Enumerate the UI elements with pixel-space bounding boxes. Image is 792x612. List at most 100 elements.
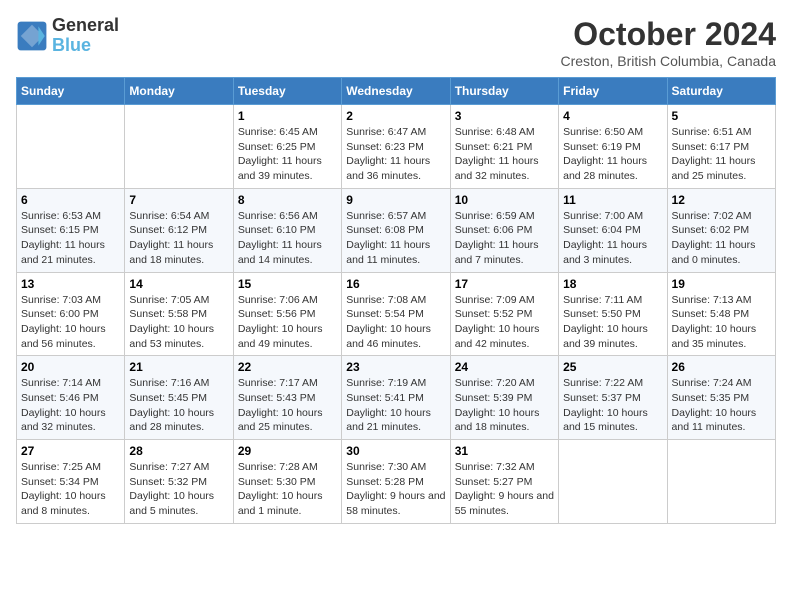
day-info: Sunrise: 7:08 AM Sunset: 5:54 PM Dayligh… [346, 293, 445, 352]
day-number: 11 [563, 193, 662, 207]
day-number: 10 [455, 193, 554, 207]
calendar-cell: 22 Sunrise: 7:17 AM Sunset: 5:43 PM Dayli… [233, 356, 341, 440]
day-number: 20 [21, 360, 120, 374]
weekday-header: Monday [125, 78, 233, 105]
day-info: Sunrise: 6:45 AM Sunset: 6:25 PM Dayligh… [238, 125, 337, 184]
logo-icon [16, 20, 48, 52]
calendar: SundayMondayTuesdayWednesdayThursdayFrid… [16, 77, 776, 524]
day-number: 26 [672, 360, 771, 374]
day-info: Sunrise: 7:20 AM Sunset: 5:39 PM Dayligh… [455, 376, 554, 435]
day-info: Sunrise: 6:48 AM Sunset: 6:21 PM Dayligh… [455, 125, 554, 184]
day-info: Sunrise: 7:02 AM Sunset: 6:02 PM Dayligh… [672, 209, 771, 268]
day-number: 24 [455, 360, 554, 374]
day-info: Sunrise: 6:50 AM Sunset: 6:19 PM Dayligh… [563, 125, 662, 184]
day-number: 30 [346, 444, 445, 458]
day-info: Sunrise: 6:59 AM Sunset: 6:06 PM Dayligh… [455, 209, 554, 268]
calendar-cell: 4 Sunrise: 6:50 AM Sunset: 6:19 PM Daylig… [559, 105, 667, 189]
day-info: Sunrise: 7:05 AM Sunset: 5:58 PM Dayligh… [129, 293, 228, 352]
day-number: 8 [238, 193, 337, 207]
day-info: Sunrise: 7:30 AM Sunset: 5:28 PM Dayligh… [346, 460, 445, 519]
calendar-cell: 28Sunrise: 7:27 AM Sunset: 5:32 PM Dayli… [125, 440, 233, 524]
day-number: 7 [129, 193, 228, 207]
day-info: Sunrise: 7:06 AM Sunset: 5:56 PM Dayligh… [238, 293, 337, 352]
calendar-cell: 29 Sunrise: 7:28 AM Sunset: 5:30 PM Dayli… [233, 440, 341, 524]
day-info: Sunrise: 6:53 AM Sunset: 6:15 PM Dayligh… [21, 209, 120, 268]
day-info: Sunrise: 6:57 AM Sunset: 6:08 PM Dayligh… [346, 209, 445, 268]
calendar-week-row: 6 Sunrise: 6:53 AM Sunset: 6:15 PM Daylig… [17, 188, 776, 272]
calendar-cell [559, 440, 667, 524]
day-number: 4 [563, 109, 662, 123]
day-info: Sunrise: 7:32 AM Sunset: 5:27 PM Dayligh… [455, 460, 554, 519]
calendar-cell: 23 Sunrise: 7:19 AM Sunset: 5:41 PM Dayli… [342, 356, 450, 440]
calendar-cell [667, 440, 775, 524]
calendar-cell: 14Sunrise: 7:05 AM Sunset: 5:58 PM Dayli… [125, 272, 233, 356]
day-number: 16 [346, 277, 445, 291]
day-number: 18 [563, 277, 662, 291]
weekday-header: Thursday [450, 78, 558, 105]
calendar-cell: 13 Sunrise: 7:03 AM Sunset: 6:00 PM Dayli… [17, 272, 125, 356]
calendar-week-row: 20Sunrise: 7:14 AM Sunset: 5:46 PM Dayli… [17, 356, 776, 440]
day-number: 23 [346, 360, 445, 374]
calendar-cell: 18 Sunrise: 7:11 AM Sunset: 5:50 PM Dayli… [559, 272, 667, 356]
calendar-week-row: 1 Sunrise: 6:45 AM Sunset: 6:25 PM Daylig… [17, 105, 776, 189]
day-number: 19 [672, 277, 771, 291]
day-info: Sunrise: 7:24 AM Sunset: 5:35 PM Dayligh… [672, 376, 771, 435]
day-number: 5 [672, 109, 771, 123]
calendar-cell: 19Sunrise: 7:13 AM Sunset: 5:48 PM Dayli… [667, 272, 775, 356]
day-info: Sunrise: 6:51 AM Sunset: 6:17 PM Dayligh… [672, 125, 771, 184]
calendar-cell: 20Sunrise: 7:14 AM Sunset: 5:46 PM Dayli… [17, 356, 125, 440]
calendar-cell: 5 Sunrise: 6:51 AM Sunset: 6:17 PM Daylig… [667, 105, 775, 189]
day-number: 17 [455, 277, 554, 291]
calendar-week-row: 13 Sunrise: 7:03 AM Sunset: 6:00 PM Dayli… [17, 272, 776, 356]
day-info: Sunrise: 7:03 AM Sunset: 6:00 PM Dayligh… [21, 293, 120, 352]
day-info: Sunrise: 7:17 AM Sunset: 5:43 PM Dayligh… [238, 376, 337, 435]
day-number: 22 [238, 360, 337, 374]
weekday-header: Wednesday [342, 78, 450, 105]
logo-line2: Blue [52, 35, 91, 55]
calendar-cell [125, 105, 233, 189]
day-info: Sunrise: 7:28 AM Sunset: 5:30 PM Dayligh… [238, 460, 337, 519]
calendar-cell: 26 Sunrise: 7:24 AM Sunset: 5:35 PM Dayli… [667, 356, 775, 440]
location: Creston, British Columbia, Canada [560, 53, 776, 69]
title-block: October 2024 Creston, British Columbia, … [560, 16, 776, 69]
calendar-week-row: 27 Sunrise: 7:25 AM Sunset: 5:34 PM Dayli… [17, 440, 776, 524]
calendar-cell: 1 Sunrise: 6:45 AM Sunset: 6:25 PM Daylig… [233, 105, 341, 189]
day-info: Sunrise: 7:22 AM Sunset: 5:37 PM Dayligh… [563, 376, 662, 435]
calendar-cell: 21 Sunrise: 7:16 AM Sunset: 5:45 PM Dayli… [125, 356, 233, 440]
calendar-header-row: SundayMondayTuesdayWednesdayThursdayFrid… [17, 78, 776, 105]
day-number: 27 [21, 444, 120, 458]
day-number: 6 [21, 193, 120, 207]
day-number: 9 [346, 193, 445, 207]
day-number: 1 [238, 109, 337, 123]
day-info: Sunrise: 7:19 AM Sunset: 5:41 PM Dayligh… [346, 376, 445, 435]
calendar-cell: 25Sunrise: 7:22 AM Sunset: 5:37 PM Dayli… [559, 356, 667, 440]
calendar-cell: 30 Sunrise: 7:30 AM Sunset: 5:28 PM Dayli… [342, 440, 450, 524]
day-number: 29 [238, 444, 337, 458]
day-number: 21 [129, 360, 228, 374]
weekday-header: Tuesday [233, 78, 341, 105]
day-info: Sunrise: 7:25 AM Sunset: 5:34 PM Dayligh… [21, 460, 120, 519]
day-info: Sunrise: 7:09 AM Sunset: 5:52 PM Dayligh… [455, 293, 554, 352]
calendar-cell: 3Sunrise: 6:48 AM Sunset: 6:21 PM Daylig… [450, 105, 558, 189]
day-number: 13 [21, 277, 120, 291]
calendar-cell: 9 Sunrise: 6:57 AM Sunset: 6:08 PM Daylig… [342, 188, 450, 272]
day-number: 31 [455, 444, 554, 458]
day-number: 2 [346, 109, 445, 123]
day-info: Sunrise: 7:27 AM Sunset: 5:32 PM Dayligh… [129, 460, 228, 519]
logo: General Blue [16, 16, 119, 56]
calendar-cell: 6 Sunrise: 6:53 AM Sunset: 6:15 PM Daylig… [17, 188, 125, 272]
calendar-cell: 17 Sunrise: 7:09 AM Sunset: 5:52 PM Dayli… [450, 272, 558, 356]
calendar-cell: 10 Sunrise: 6:59 AM Sunset: 6:06 PM Dayli… [450, 188, 558, 272]
calendar-cell: 7Sunrise: 6:54 AM Sunset: 6:12 PM Daylig… [125, 188, 233, 272]
calendar-cell: 27 Sunrise: 7:25 AM Sunset: 5:34 PM Dayli… [17, 440, 125, 524]
calendar-cell: 8 Sunrise: 6:56 AM Sunset: 6:10 PM Daylig… [233, 188, 341, 272]
calendar-cell: 31 Sunrise: 7:32 AM Sunset: 5:27 PM Dayli… [450, 440, 558, 524]
calendar-cell: 12Sunrise: 7:02 AM Sunset: 6:02 PM Dayli… [667, 188, 775, 272]
day-info: Sunrise: 7:11 AM Sunset: 5:50 PM Dayligh… [563, 293, 662, 352]
day-info: Sunrise: 6:47 AM Sunset: 6:23 PM Dayligh… [346, 125, 445, 184]
day-info: Sunrise: 7:16 AM Sunset: 5:45 PM Dayligh… [129, 376, 228, 435]
weekday-header: Friday [559, 78, 667, 105]
page-header: General Blue October 2024 Creston, Briti… [16, 16, 776, 69]
day-info: Sunrise: 6:56 AM Sunset: 6:10 PM Dayligh… [238, 209, 337, 268]
calendar-cell: 2 Sunrise: 6:47 AM Sunset: 6:23 PM Daylig… [342, 105, 450, 189]
